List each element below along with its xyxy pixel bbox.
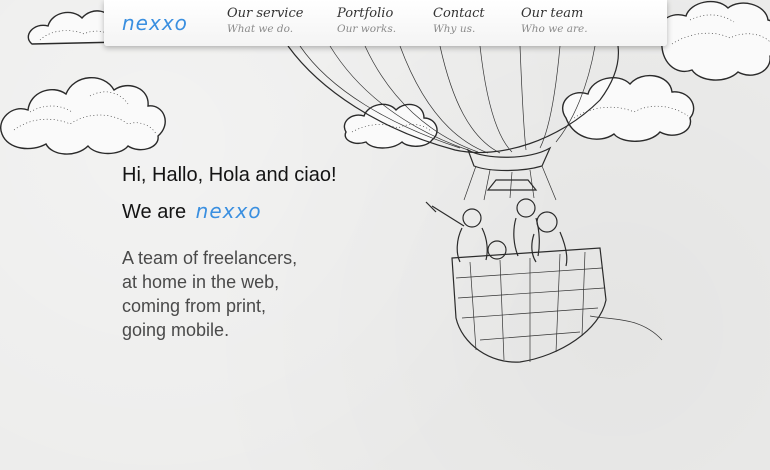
nav-item-title: Our service [227, 6, 304, 21]
hero-section: Hi, Hallo, Hola and ciao! We are nexxo A… [0, 0, 770, 470]
we-are-heading: We are nexxo [122, 199, 262, 224]
intro-line: at home in the web, [122, 272, 280, 292]
nav-item-title: Contact [433, 6, 485, 21]
nav-item-contact[interactable]: Contact Why us. [433, 6, 485, 35]
nav-item-title: Portfolio [337, 6, 394, 21]
intro-line: going mobile. [122, 320, 230, 340]
nav-item-subtitle: Why us. [433, 23, 476, 35]
intro-paragraph: A team of freelancers, at home in the we… [122, 246, 352, 342]
nav-item-title: Our team [521, 6, 584, 21]
intro-line: A team of freelancers, [122, 248, 298, 268]
brand-name: nexxo [195, 199, 262, 223]
we-are-text: We are [122, 201, 187, 223]
nav-item-portfolio[interactable]: Portfolio Our works. [337, 6, 396, 35]
nav-item-our-team[interactable]: Our team Who we are. [521, 6, 588, 35]
nav-item-subtitle: What we do. [227, 23, 294, 35]
nav-item-our-service[interactable]: Our service What we do. [227, 6, 303, 35]
nexxo-logo[interactable]: nexxo [122, 11, 188, 35]
nav-item-subtitle: Our works. [337, 23, 397, 35]
intro-line: coming from print, [122, 296, 267, 316]
main-navigation: nexxo Our service What we do. Portfolio … [104, 0, 667, 46]
nav-item-subtitle: Who we are. [521, 23, 588, 35]
greeting-heading: Hi, Hallo, Hola and ciao! [122, 164, 337, 186]
